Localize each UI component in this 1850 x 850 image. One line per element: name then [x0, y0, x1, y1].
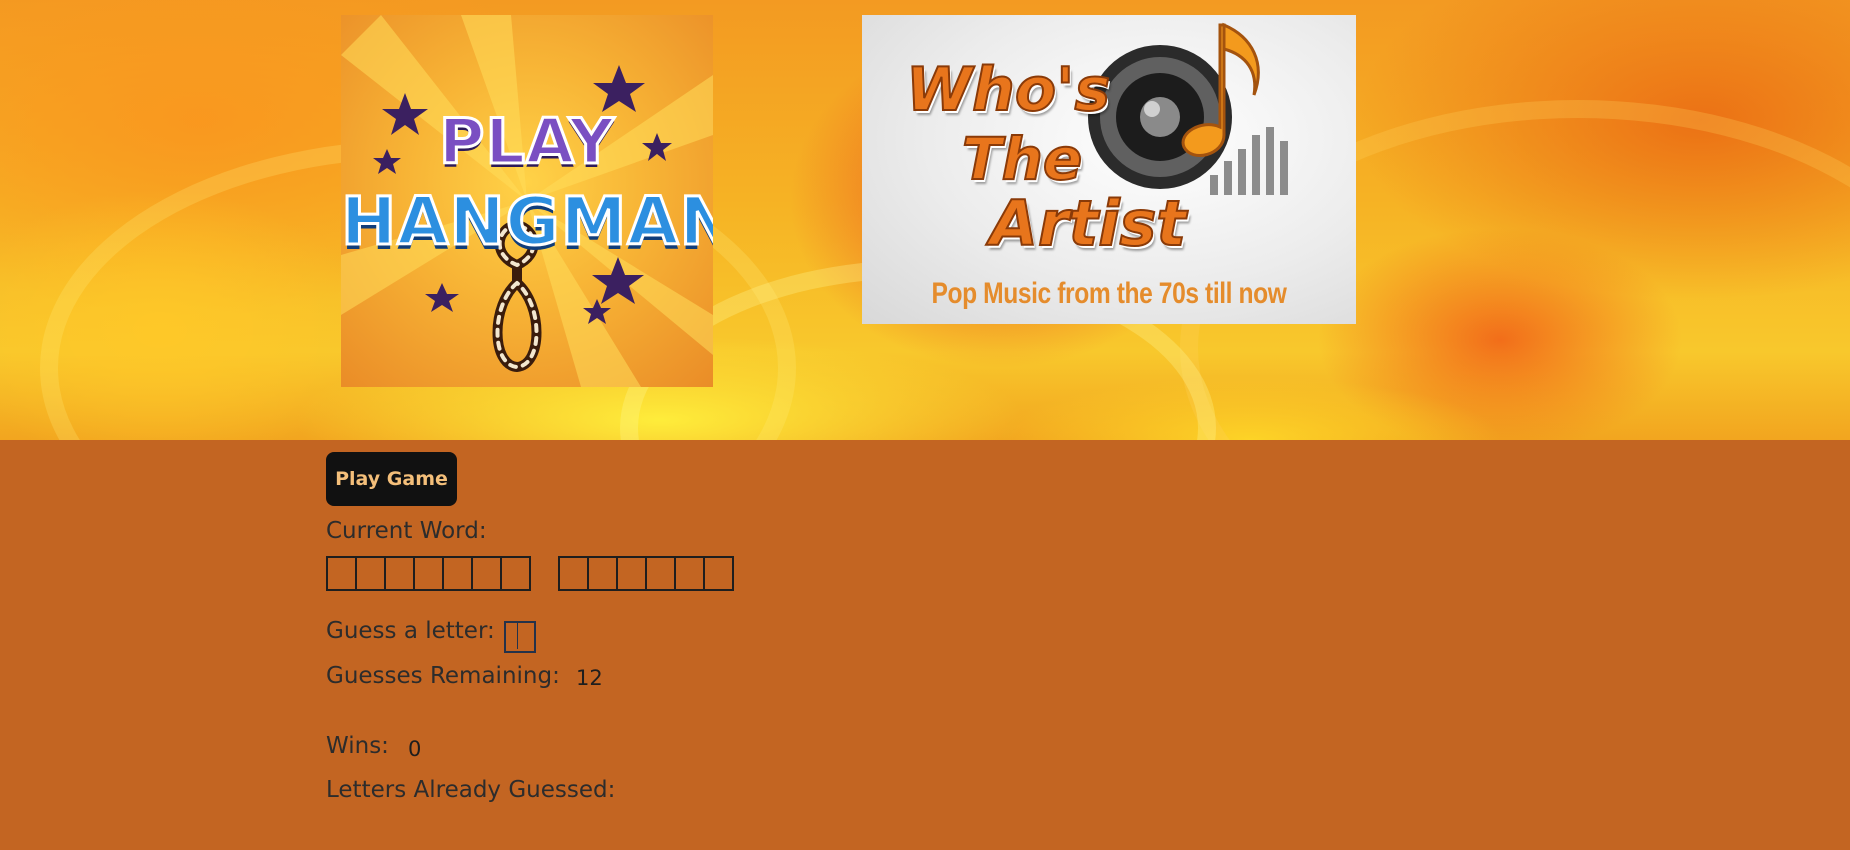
hangman-logo: PLAY HANGMAN — [341, 15, 713, 387]
letter-slot — [413, 556, 444, 591]
play-game-button[interactable]: Play Game — [326, 452, 457, 506]
artist-logo-line-2: The — [961, 124, 1083, 194]
hangman-logo-play-text: PLAY — [438, 104, 616, 180]
letter-slot — [587, 556, 618, 591]
guesses-remaining-label: Guesses Remaining: — [326, 663, 560, 689]
guess-letter-label: Guess a letter: — [326, 618, 495, 644]
letter-slot — [471, 556, 502, 591]
letter-slot — [616, 556, 647, 591]
whos-the-artist-logo: Who's The Artist Pop Music from the 70s … — [862, 15, 1356, 324]
text-cursor — [517, 623, 518, 649]
letter-slot — [355, 556, 386, 591]
current-word-display — [326, 556, 734, 591]
letter-slot — [645, 556, 676, 591]
hangman-logo-title-text: HANGMAN — [341, 182, 713, 262]
hero-banner: PLAY HANGMAN Who's The Artist Pop Music … — [0, 0, 1850, 440]
letter-slot — [442, 556, 473, 591]
wins-value: 0 — [408, 737, 422, 761]
artist-logo-tagline: Pop Music from the 70s till now — [931, 277, 1287, 310]
letter-slot — [703, 556, 734, 591]
word-group-1 — [326, 556, 531, 591]
letter-slot — [500, 556, 531, 591]
letter-slot — [326, 556, 357, 591]
letter-slot — [558, 556, 589, 591]
current-word-label: Current Word: — [326, 518, 487, 544]
equalizer-icon — [1210, 127, 1288, 195]
guesses-remaining-value: 12 — [576, 666, 603, 690]
letter-slot — [674, 556, 705, 591]
artist-logo-line-3: Artist — [989, 186, 1187, 261]
letters-guessed-label: Letters Already Guessed: — [326, 777, 616, 803]
word-group-2 — [558, 556, 734, 591]
guess-letter-input[interactable] — [504, 621, 536, 653]
artist-logo-line-1: Who's — [905, 54, 1111, 126]
letter-slot — [384, 556, 415, 591]
wins-label: Wins: — [326, 733, 389, 759]
